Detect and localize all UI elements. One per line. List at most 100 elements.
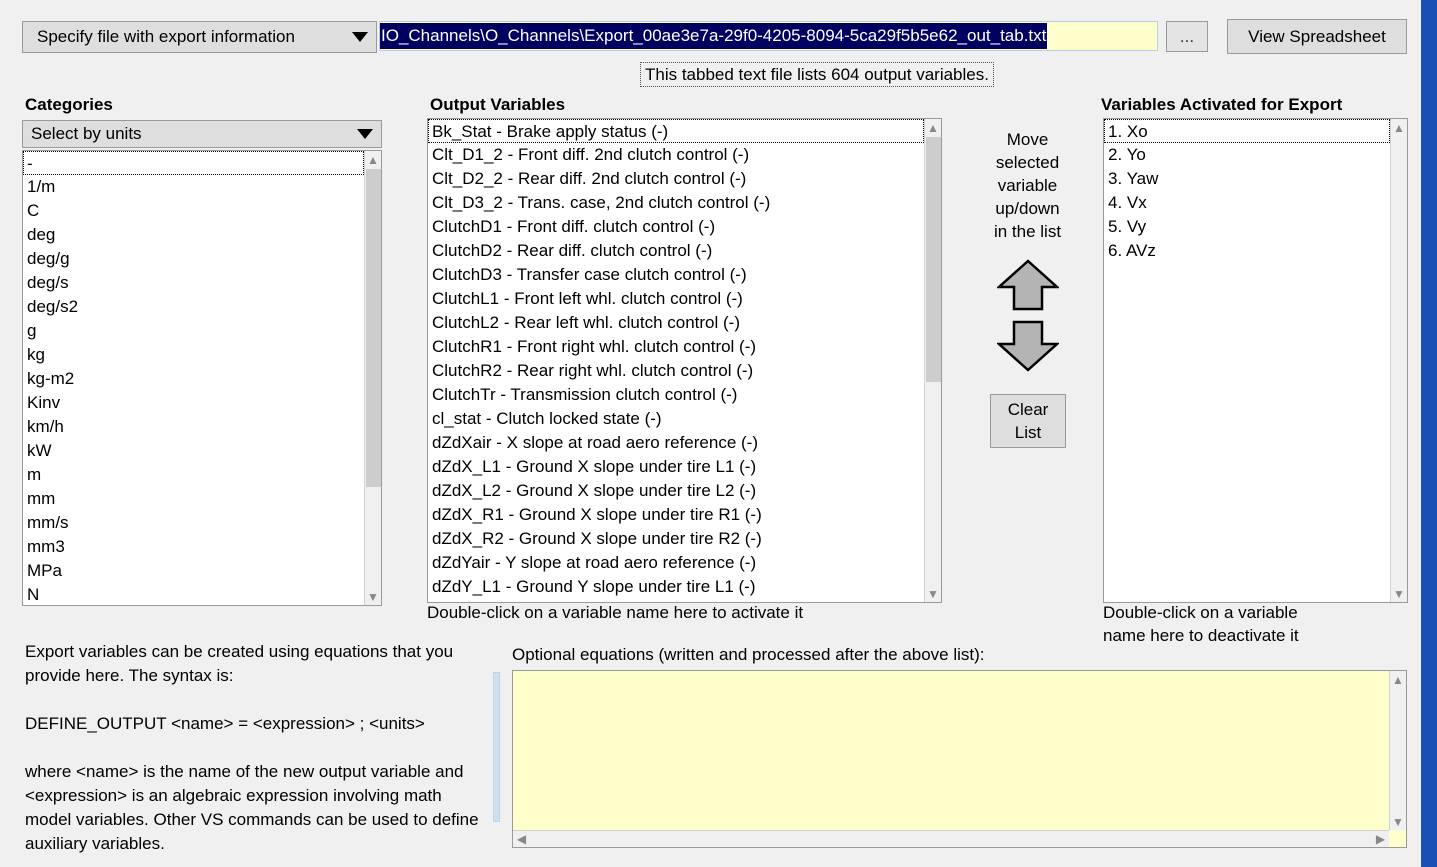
output-variables-listbox[interactable]: Bk_Stat - Brake apply status (-) Clt_D1_2… <box>427 118 942 603</box>
move-instruction-line-5: in the list <box>993 222 1062 241</box>
units-list-item[interactable]: deg/s <box>23 271 364 295</box>
move-up-button[interactable] <box>995 259 1061 311</box>
output-variable-list-item[interactable]: dZdYair - Y slope at road aero reference… <box>428 551 924 575</box>
output-variable-list-item[interactable]: Clt_D2_2 - Rear diff. 2nd clutch control… <box>428 167 924 191</box>
activated-variables-listbox[interactable]: 1. Xo 2. Yo 3. Yaw 4. Vx 5. Vy 6. AVz ▲ ▼ <box>1103 118 1408 603</box>
move-down-button[interactable] <box>995 320 1061 372</box>
scroll-up-icon[interactable]: ▲ <box>1391 119 1407 136</box>
activated-variable-list-item[interactable]: 5. Vy <box>1104 215 1390 239</box>
units-list-item[interactable]: m <box>23 463 364 487</box>
output-variable-list-item[interactable]: dZdXair - X slope at road aero reference… <box>428 431 924 455</box>
move-instruction: Move selected variable up/down in the li… <box>960 128 1095 243</box>
scroll-up-icon[interactable]: ▲ <box>1390 671 1406 688</box>
activated-variables-hint-line-1: Double-click on a variable <box>1103 603 1298 622</box>
units-list-item[interactable]: g <box>23 319 364 343</box>
units-list-item[interactable]: N <box>23 583 364 605</box>
output-variable-list-item[interactable]: cl_stat - Clutch locked state (-) <box>428 407 924 431</box>
output-variables-scrollbar[interactable]: ▲ ▼ <box>924 119 941 602</box>
optional-equations-textarea[interactable] <box>513 671 1389 830</box>
export-mode-combo[interactable]: Specify file with export information <box>22 21 377 53</box>
output-variable-list-item[interactable]: dZdX_R1 - Ground X slope under tire R1 (… <box>428 503 924 527</box>
move-instruction-line-3: variable <box>997 176 1058 195</box>
output-variable-list-item[interactable]: Clt_D1_2 - Front diff. 2nd clutch contro… <box>428 143 924 167</box>
activated-variable-list-item[interactable]: 3. Yaw <box>1104 167 1390 191</box>
units-list-items[interactable]: -1/m Cdeg deg/g deg/s deg/s2 g kg kg-m2 Kinv km/h… <box>23 151 364 605</box>
units-list-item[interactable]: deg/g <box>23 247 364 271</box>
view-spreadsheet-button[interactable]: View Spreadsheet <box>1227 19 1407 54</box>
activated-variable-list-item[interactable]: 4. Vx <box>1104 191 1390 215</box>
scroll-down-icon[interactable]: ▼ <box>1390 813 1406 830</box>
output-variable-list-item[interactable]: Clt_D3_2 - Trans. case, 2nd clutch contr… <box>428 191 924 215</box>
units-listbox[interactable]: -1/m Cdeg deg/g deg/s deg/s2 g kg kg-m2 Kinv km/h… <box>22 150 382 606</box>
output-variable-list-item[interactable]: ClutchL1 - Front left whl. clutch contro… <box>428 287 924 311</box>
export-file-path-input[interactable]: IO_Channels\O_Channels\Export_00ae3e7a-2… <box>379 21 1158 51</box>
units-list-item[interactable]: kW <box>23 439 364 463</box>
output-variables-scrollbar-thumb[interactable] <box>926 137 941 382</box>
clear-list-button[interactable]: Clear List <box>990 394 1066 448</box>
move-instruction-line-4: up/down <box>995 199 1060 218</box>
output-variable-list-item[interactable]: ClutchTr - Transmission clutch control (… <box>428 383 924 407</box>
output-variable-list-item[interactable]: ClutchD3 - Transfer case clutch control … <box>428 263 924 287</box>
arrow-down-icon <box>995 320 1061 372</box>
scroll-left-icon[interactable]: ◀ <box>513 831 530 847</box>
activated-variable-list-item[interactable]: 1. Xo <box>1104 119 1390 143</box>
units-list-item[interactable]: 1/m <box>23 175 364 199</box>
activated-variable-list-item[interactable]: 6. AVz <box>1104 239 1390 263</box>
scroll-down-icon[interactable]: ▼ <box>1391 585 1407 602</box>
output-variables-heading: Output Variables <box>430 95 566 114</box>
activated-variables-scrollbar[interactable]: ▲ ▼ <box>1390 119 1407 602</box>
output-variable-list-item[interactable]: dZdX_R2 - Ground X slope under tire R2 (… <box>428 527 924 551</box>
clear-list-label-line-1: Clear <box>1007 400 1049 419</box>
units-list-item[interactable]: - <box>23 151 364 175</box>
chevron-down-icon <box>357 129 373 139</box>
equations-help-paragraph-1: Export variables can be created using eq… <box>25 642 454 685</box>
units-scrollbar-thumb[interactable] <box>366 169 381 487</box>
output-variable-list-item[interactable]: ClutchD1 - Front diff. clutch control (-… <box>428 215 924 239</box>
output-variables-list-items[interactable]: Bk_Stat - Brake apply status (-) Clt_D1_2… <box>428 119 924 602</box>
categories-heading: Categories <box>25 95 113 114</box>
category-select-combo[interactable]: Select by units <box>22 120 382 148</box>
equations-help-paragraph-3: where <name> is the name of the new outp… <box>25 762 479 853</box>
scroll-right-icon[interactable]: ▶ <box>1372 831 1389 847</box>
units-scrollbar[interactable]: ▲ ▼ <box>364 151 381 605</box>
export-mode-combo-label: Specify file with export information <box>37 27 295 46</box>
units-list-item[interactable]: Kinv <box>23 391 364 415</box>
output-variable-list-item[interactable]: ClutchD2 - Rear diff. clutch control (-) <box>428 239 924 263</box>
units-list-item[interactable]: mm/s <box>23 511 364 535</box>
units-list-item[interactable]: mm <box>23 487 364 511</box>
scroll-up-icon[interactable]: ▲ <box>925 119 941 136</box>
equations-help-text: Export variables can be created using eq… <box>25 640 490 856</box>
scroll-down-icon[interactable]: ▼ <box>925 585 941 602</box>
output-variable-list-item[interactable]: ClutchL2 - Rear left whl. clutch control… <box>428 311 924 335</box>
units-list-item[interactable]: C <box>23 199 364 223</box>
output-variable-list-item[interactable]: dZdY_L1 - Ground Y slope under tire L1 (… <box>428 575 924 599</box>
output-variable-list-item[interactable]: Bk_Stat - Brake apply status (-) <box>428 119 924 143</box>
output-variable-list-item[interactable]: dZdX_L1 - Ground X slope under tire L1 (… <box>428 455 924 479</box>
scroll-up-icon[interactable]: ▲ <box>365 151 381 168</box>
browse-file-button[interactable]: ... <box>1166 21 1208 52</box>
units-list-item[interactable]: mm3 <box>23 535 364 559</box>
activated-variables-list-items[interactable]: 1. Xo 2. Yo 3. Yaw 4. Vx 5. Vy 6. AVz <box>1104 119 1390 602</box>
output-variable-list-item[interactable]: ClutchR1 - Front right whl. clutch contr… <box>428 335 924 359</box>
chevron-down-icon <box>352 32 368 42</box>
output-variables-hint: Double-click on a variable name here to … <box>427 603 804 622</box>
activated-variables-hint: Double-click on a variable name here to … <box>1103 601 1299 647</box>
output-variable-list-item[interactable]: dZdX_L2 - Ground X slope under tire L2 (… <box>428 479 924 503</box>
units-list-item[interactable]: km/h <box>23 415 364 439</box>
activated-variable-list-item[interactable]: 2. Yo <box>1104 143 1390 167</box>
output-variable-list-item[interactable]: ClutchR2 - Rear right whl. clutch contro… <box>428 359 924 383</box>
scrollbar-corner <box>1389 830 1406 847</box>
optional-equations-hscrollbar[interactable]: ◀ ▶ <box>513 830 1389 847</box>
units-list-item[interactable]: kg <box>23 343 364 367</box>
optional-equations-editor[interactable]: ▲ ▼ ◀ ▶ <box>512 670 1407 848</box>
optional-equations-vscrollbar[interactable]: ▲ ▼ <box>1389 671 1406 830</box>
units-list-item[interactable]: deg/s2 <box>23 295 364 319</box>
file-info-tooltip-text: This tabbed text file lists 604 output v… <box>645 64 989 84</box>
panel-splitter[interactable] <box>493 672 500 822</box>
units-list-item[interactable]: deg <box>23 223 364 247</box>
view-spreadsheet-label: View Spreadsheet <box>1248 26 1386 46</box>
units-list-item[interactable]: MPa <box>23 559 364 583</box>
dialog-body: Specify file with export information IO_… <box>0 0 1421 867</box>
units-list-item[interactable]: kg-m2 <box>23 367 364 391</box>
scroll-down-icon[interactable]: ▼ <box>365 588 381 605</box>
